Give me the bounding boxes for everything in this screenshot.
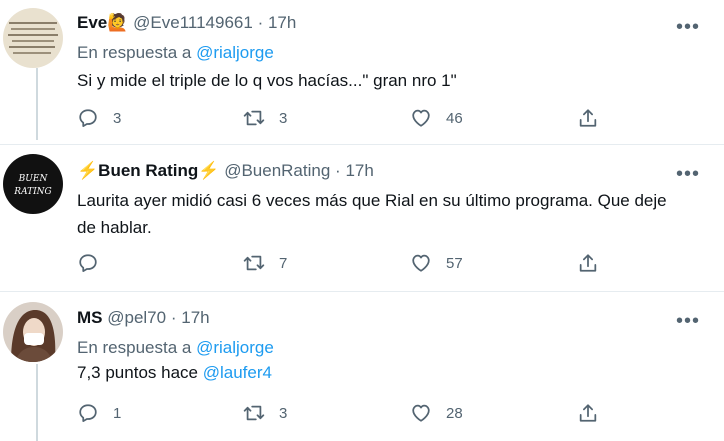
- tweet-actions: 3 3 46: [77, 105, 617, 131]
- more-options-icon[interactable]: •••: [676, 311, 700, 331]
- tweet-actions: 1 3 28: [77, 400, 617, 426]
- retweet-icon: [243, 252, 265, 274]
- tweet[interactable]: MS @pel70 · 17h ••• En respuesta a @rial…: [0, 291, 724, 441]
- like-button[interactable]: 46: [410, 105, 463, 131]
- reply-icon: [77, 252, 99, 274]
- retweet-icon: [243, 402, 265, 424]
- avatar-image: BUEN RATING: [3, 154, 63, 214]
- avatar-text: BUEN: [18, 174, 49, 184]
- display-name[interactable]: Eve: [77, 13, 107, 32]
- share-button[interactable]: [577, 400, 599, 426]
- reply-prefix: En respuesta a: [77, 43, 192, 62]
- name-emoji-prefix: ⚡: [77, 161, 99, 180]
- name-emoji-suffix: ⚡: [198, 161, 220, 180]
- like-count: 57: [446, 254, 463, 272]
- reply-button[interactable]: [77, 250, 113, 276]
- retweet-count: 3: [279, 109, 288, 127]
- reply-count: 3: [113, 109, 122, 127]
- share-icon: [577, 252, 599, 274]
- reply-context: En respuesta a @rialjorge: [77, 42, 274, 64]
- retweet-button[interactable]: 7: [243, 250, 287, 276]
- mention-link[interactable]: @laufer4: [203, 363, 272, 382]
- timestamp[interactable]: 17h: [181, 308, 209, 327]
- reply-button[interactable]: 3: [77, 105, 121, 131]
- tweet[interactable]: Eve🙋 @Eve11149661 · 17h ••• En respuesta…: [0, 0, 724, 140]
- reply-button[interactable]: 1: [77, 400, 121, 426]
- separator: ·: [257, 13, 264, 32]
- user-handle[interactable]: @pel70: [107, 308, 166, 327]
- avatar[interactable]: BUEN RATING: [3, 154, 63, 214]
- tweet-actions: 7 57: [77, 250, 617, 276]
- retweet-count: 7: [279, 254, 288, 272]
- reply-prefix: En respuesta a: [77, 338, 192, 357]
- tweet-header: MS @pel70 · 17h: [77, 307, 210, 329]
- avatar-image: [3, 8, 63, 68]
- like-count: 28: [446, 404, 463, 422]
- share-icon: [577, 402, 599, 424]
- share-button[interactable]: [577, 105, 599, 131]
- more-options-icon[interactable]: •••: [676, 164, 700, 184]
- reply-mention-link[interactable]: @rialjorge: [196, 43, 274, 62]
- like-button[interactable]: 57: [410, 250, 463, 276]
- tweet[interactable]: BUEN RATING ⚡Buen Rating⚡ @BuenRating · …: [0, 144, 724, 291]
- reply-icon: [77, 107, 99, 129]
- tweet-text-body: 7,3 puntos hace: [77, 363, 198, 382]
- retweet-button[interactable]: 3: [243, 105, 287, 131]
- tweet-text: 7,3 puntos hace @laufer4: [77, 359, 697, 386]
- like-count: 46: [446, 109, 463, 127]
- display-name[interactable]: Buen Rating: [98, 161, 198, 180]
- share-icon: [577, 107, 599, 129]
- reply-context: En respuesta a @rialjorge: [77, 337, 274, 359]
- separator: ·: [335, 161, 341, 180]
- share-button[interactable]: [577, 250, 599, 276]
- user-handle[interactable]: @BuenRating: [224, 161, 330, 180]
- retweet-button[interactable]: 3: [243, 400, 287, 426]
- tweet-text: Laurita ayer midió casi 6 veces más que …: [77, 191, 667, 237]
- display-name[interactable]: MS: [77, 308, 103, 327]
- timestamp[interactable]: 17h: [345, 161, 373, 180]
- tweet-text: Si y mide el triple de lo q vos hacías..…: [77, 71, 457, 90]
- thread-line: [36, 364, 38, 441]
- reply-mention-link[interactable]: @rialjorge: [196, 338, 274, 357]
- retweet-icon: [243, 107, 265, 129]
- heart-icon: [410, 107, 432, 129]
- name-emoji: 🙋: [107, 13, 129, 32]
- reply-count: 1: [113, 404, 122, 422]
- retweet-count: 3: [279, 404, 288, 422]
- tweet-header: Eve🙋 @Eve11149661 · 17h: [77, 12, 296, 34]
- user-handle[interactable]: @Eve11149661: [133, 13, 253, 32]
- thread-line: [36, 68, 38, 140]
- heart-icon: [410, 402, 432, 424]
- reply-icon: [77, 402, 99, 424]
- svg-text:RATING: RATING: [13, 187, 51, 197]
- like-button[interactable]: 28: [410, 400, 463, 426]
- separator: ·: [170, 308, 177, 327]
- timestamp[interactable]: 17h: [268, 13, 296, 32]
- tweet-header: ⚡Buen Rating⚡ @BuenRating · 17h: [77, 160, 374, 182]
- heart-icon: [410, 252, 432, 274]
- more-options-icon[interactable]: •••: [676, 17, 700, 37]
- avatar[interactable]: [3, 8, 63, 68]
- avatar[interactable]: [3, 302, 63, 362]
- avatar-image: [3, 302, 63, 362]
